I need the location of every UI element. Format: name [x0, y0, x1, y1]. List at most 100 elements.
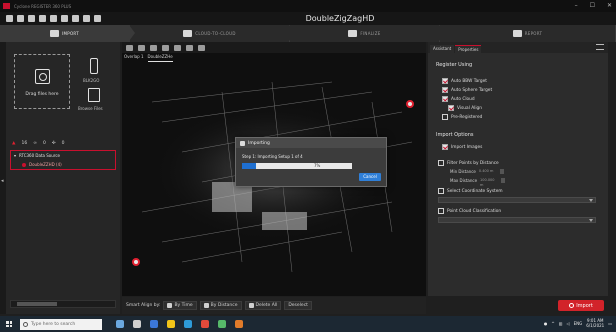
- pan-tool-icon[interactable]: [138, 44, 145, 51]
- max-distance-spinner[interactable]: [501, 178, 506, 183]
- taskbar-search-box[interactable]: Type here to search: [20, 318, 102, 330]
- classification-dropdown[interactable]: [438, 217, 596, 223]
- cyclone-app-icon[interactable]: [218, 320, 226, 328]
- view-3d-icon[interactable]: [162, 44, 169, 51]
- tab-overlap[interactable]: Overlap 1: [124, 54, 144, 62]
- setup-marker-2[interactable]: [132, 258, 140, 266]
- collapse-arrow-icon[interactable]: ▾: [14, 153, 16, 158]
- network-icon[interactable]: ▥: [559, 321, 563, 326]
- coordinate-system-dropdown[interactable]: [438, 197, 596, 203]
- close-button[interactable]: ✕: [607, 2, 612, 9]
- visual-align-checkbox[interactable]: Visual Align: [448, 105, 482, 111]
- step-cloud-to-cloud[interactable]: CLOUD-TO-CLOUD: [130, 25, 295, 42]
- tree-item-child[interactable]: DoubleZZHD (4): [11, 160, 115, 169]
- cancel-button[interactable]: Cancel: [359, 173, 381, 181]
- panel-menu-icon[interactable]: [596, 44, 604, 50]
- settings-icon[interactable]: [39, 15, 46, 22]
- expand-arrow-icon[interactable]: ◂: [1, 178, 4, 184]
- progress-percent: 7%: [314, 163, 321, 168]
- file-explorer-icon[interactable]: [167, 320, 175, 328]
- store-icon[interactable]: [150, 320, 158, 328]
- file-drop-zone[interactable]: Drag files here: [14, 54, 70, 109]
- deselect-button[interactable]: Deselect: [284, 301, 312, 310]
- step-import[interactable]: IMPORT: [0, 25, 135, 42]
- checkbox-unchecked-icon: [438, 160, 444, 166]
- system-tray: ● ^ ▥ ◁ ENG 9:01 AM 6/1/2021 ▭: [544, 318, 612, 328]
- filter-distance-checkbox[interactable]: Filter Points by Distance: [438, 160, 499, 166]
- edge-icon[interactable]: [184, 320, 192, 328]
- tree-item-root[interactable]: ▾ RTC360 Data Source: [11, 151, 115, 160]
- people-app-icon[interactable]: [116, 320, 124, 328]
- search-icon: [23, 321, 28, 327]
- minimize-button[interactable]: –: [575, 2, 578, 9]
- step-finalize[interactable]: FINALIZE: [290, 25, 445, 42]
- filter-icon[interactable]: [50, 15, 57, 22]
- quick-toolbar-icons: [6, 15, 101, 22]
- scanner-device-icon[interactable]: [90, 58, 98, 74]
- target-icon[interactable]: ✣: [52, 141, 56, 146]
- chrome-icon[interactable]: [201, 320, 209, 328]
- tab-properties[interactable]: Properties: [455, 45, 482, 53]
- tray-chevron-icon[interactable]: ^: [551, 321, 554, 326]
- info-icon[interactable]: [72, 15, 79, 22]
- browse-files-label[interactable]: Browse Files: [78, 106, 103, 111]
- auto-sphere-target-checkbox[interactable]: Auto Sphere Target: [442, 87, 492, 93]
- project-name: DoubleZigZagHD: [305, 14, 375, 23]
- import-button[interactable]: Import: [558, 300, 604, 311]
- align-by-distance-button[interactable]: By Distance: [199, 301, 242, 310]
- sources-toolbar: ▲ 16 ∞ 0 ✣ 0: [12, 138, 114, 148]
- windows-start-icon[interactable]: [6, 321, 12, 327]
- time-icon: [167, 303, 173, 308]
- align-by-time-button[interactable]: By Time: [163, 301, 197, 310]
- open-project-icon[interactable]: [17, 15, 24, 22]
- viewer-tabs: Overlap 1 DoubleZZHe: [124, 54, 173, 62]
- min-distance-input[interactable]: 0.400 m: [479, 169, 497, 174]
- quick-toolbar: DoubleZigZagHD: [0, 12, 616, 25]
- weather-icon[interactable]: ●: [544, 321, 548, 326]
- visual-align-label: Visual Align: [457, 105, 482, 111]
- scrollbar-thumb[interactable]: [17, 302, 57, 306]
- left-horizontal-scrollbar[interactable]: [10, 300, 116, 308]
- status-dot-icon: [22, 162, 26, 167]
- pre-registered-checkbox[interactable]: Pre-Registered: [442, 114, 482, 120]
- tab-assistant[interactable]: Assistant: [430, 45, 455, 53]
- auto-bbw-target-checkbox[interactable]: Auto BBW Target: [442, 78, 487, 84]
- app-logo-icon: [3, 3, 10, 9]
- maximize-button[interactable]: ☐: [590, 2, 595, 9]
- import-images-checkbox[interactable]: Import Images: [442, 144, 482, 150]
- classification-checkbox[interactable]: Point Cloud Classification: [438, 208, 501, 214]
- auto-cloud-checkbox[interactable]: Auto Cloud: [442, 96, 475, 102]
- link-count: 0: [42, 140, 46, 146]
- min-distance-spinner[interactable]: [499, 169, 504, 174]
- setup-marker-1[interactable]: [406, 100, 414, 108]
- delete-all-button[interactable]: Delete All: [244, 301, 282, 310]
- checkbox-checked-icon: [442, 144, 448, 150]
- firefox-icon[interactable]: [235, 320, 243, 328]
- help-icon[interactable]: [61, 15, 68, 22]
- max-distance-input[interactable]: 100.000 m: [480, 178, 498, 187]
- fit-view-icon[interactable]: [186, 44, 193, 51]
- dropdown-arrow-icon: [589, 219, 593, 222]
- view-top-icon[interactable]: [150, 44, 157, 51]
- tab-setup[interactable]: DoubleZZHe: [147, 54, 173, 62]
- volume-icon[interactable]: ◁: [567, 321, 570, 326]
- redo-icon[interactable]: [94, 15, 101, 22]
- save-icon[interactable]: [28, 15, 35, 22]
- task-view-icon[interactable]: [133, 320, 141, 328]
- notifications-icon[interactable]: ▭: [608, 321, 612, 326]
- measure-icon[interactable]: [198, 44, 205, 51]
- language-indicator[interactable]: ENG: [574, 321, 583, 326]
- select-tool-icon[interactable]: [126, 44, 133, 51]
- source-folder-icon[interactable]: ▲: [12, 141, 15, 146]
- step-report[interactable]: REPORT: [440, 25, 616, 42]
- coordinate-system-checkbox[interactable]: Select Coordinate System: [438, 188, 503, 194]
- new-project-icon[interactable]: [6, 15, 13, 22]
- register-using-heading: Register Using: [436, 62, 473, 68]
- source-count: 16: [21, 140, 28, 146]
- zoom-icon[interactable]: [174, 44, 181, 51]
- taskbar-clock[interactable]: 9:01 AM 6/1/2021: [586, 318, 604, 328]
- browse-files-icon[interactable]: [88, 88, 100, 102]
- dialog-message: Step 1: Importing Setup 1 of 4: [242, 154, 303, 159]
- undo-icon[interactable]: [83, 15, 90, 22]
- link-icon[interactable]: ∞: [33, 141, 37, 146]
